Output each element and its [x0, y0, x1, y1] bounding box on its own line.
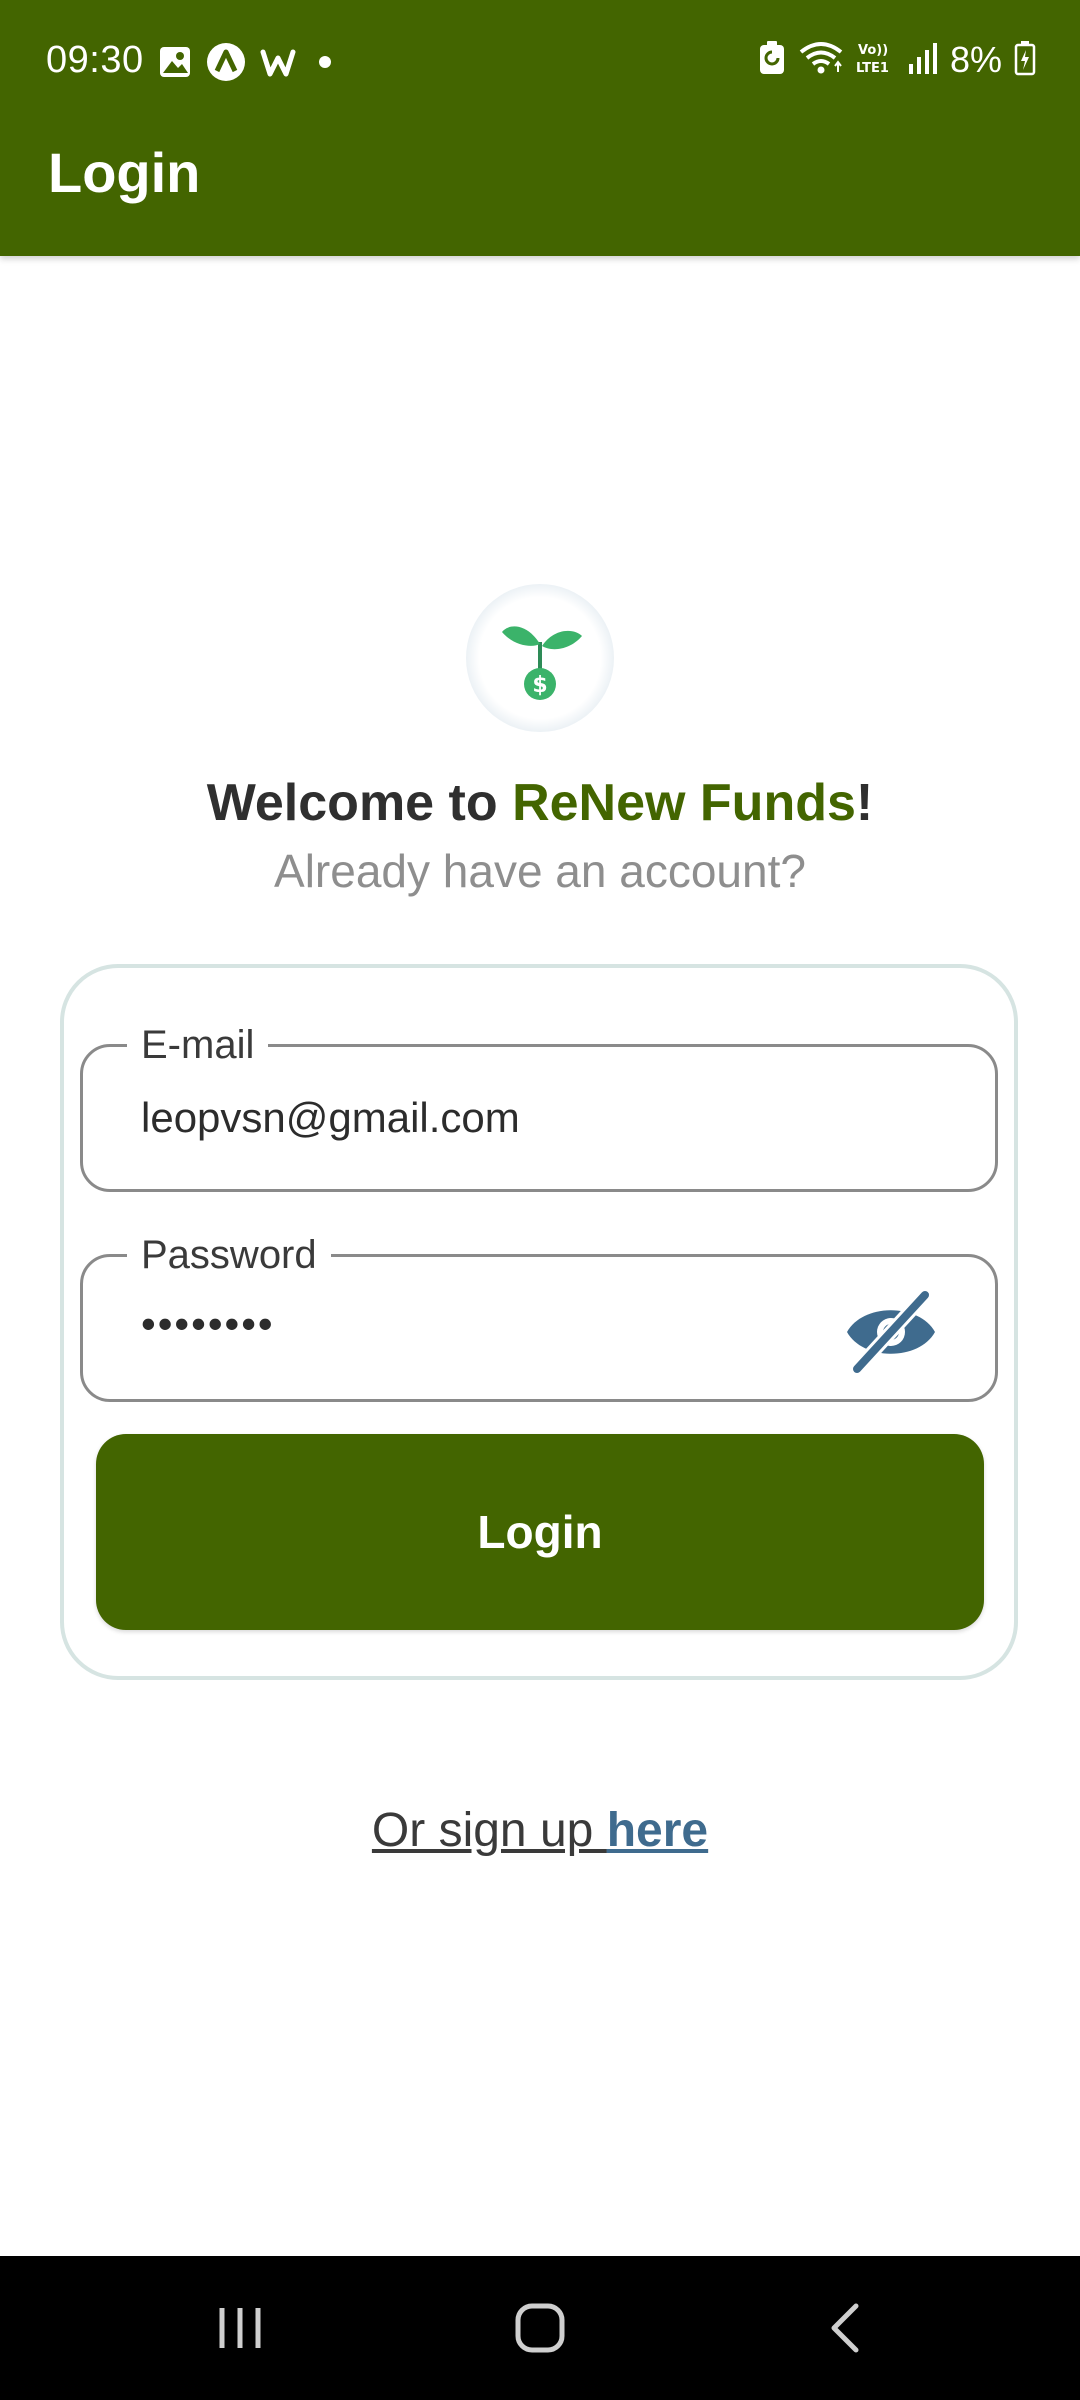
visibility-off-icon[interactable] — [843, 1289, 939, 1375]
welcome-suffix: ! — [855, 774, 874, 832]
password-field[interactable]: Password •••••••• — [80, 1231, 998, 1402]
w-icon — [260, 44, 296, 85]
status-time: 09:30 — [46, 39, 144, 81]
brand-name: ReNew Funds — [512, 774, 856, 832]
login-screen: 09:30 Vo)) LTE1 8% Login $ Welcome to Re… — [0, 0, 1080, 2400]
back-icon[interactable] — [806, 2288, 886, 2368]
renew-funds-logo: $ — [466, 584, 614, 732]
battery-percent: 8% — [949, 39, 1002, 80]
signal-icon — [908, 40, 938, 81]
email-field[interactable]: E-mail leopvsn@gmail.com — [80, 1021, 998, 1192]
password-label: Password — [127, 1231, 331, 1279]
app-bar-title: Login — [48, 141, 201, 204]
battery-icon — [1014, 40, 1036, 81]
email-label: E-mail — [127, 1021, 269, 1069]
svg-text:$: $ — [532, 673, 547, 698]
dot-icon — [310, 47, 340, 82]
battery-saver-icon — [758, 40, 786, 81]
a-icon — [206, 42, 246, 87]
notification-icons — [158, 42, 340, 87]
welcome-prefix: Welcome to — [206, 774, 513, 832]
signup-prompt: Or sign up here — [0, 1800, 1080, 1862]
password-value: •••••••• — [141, 1300, 275, 1347]
top-app-bar: 09:30 Vo)) LTE1 8% Login — [0, 0, 1080, 256]
signup-here-link[interactable]: here — [607, 1804, 708, 1857]
welcome-heading: Welcome to ReNew Funds! — [0, 770, 1080, 836]
volte-icon: Vo)) LTE1 — [856, 40, 896, 81]
login-button[interactable]: Login — [96, 1434, 984, 1630]
home-icon[interactable] — [500, 2288, 580, 2368]
signup-prefix: Or sign up — [371, 1804, 607, 1857]
email-value: leopvsn@gmail.com — [141, 1094, 520, 1141]
svg-text:Vo)): Vo)) — [858, 43, 888, 58]
sprout-coin-icon: $ — [502, 626, 582, 700]
svg-text:LTE1: LTE1 — [856, 61, 889, 76]
status-right-icons: Vo)) LTE1 8% — [758, 36, 1036, 84]
status-bar: 09:30 Vo)) LTE1 8% — [0, 0, 1080, 120]
subtitle: Already have an account? — [274, 845, 806, 897]
signup-link[interactable]: Or sign up here — [372, 1804, 708, 1857]
recent-apps-icon[interactable] — [200, 2288, 280, 2368]
image-icon — [158, 45, 192, 84]
wifi-icon — [798, 40, 844, 81]
system-navigation-bar — [0, 2256, 1080, 2400]
